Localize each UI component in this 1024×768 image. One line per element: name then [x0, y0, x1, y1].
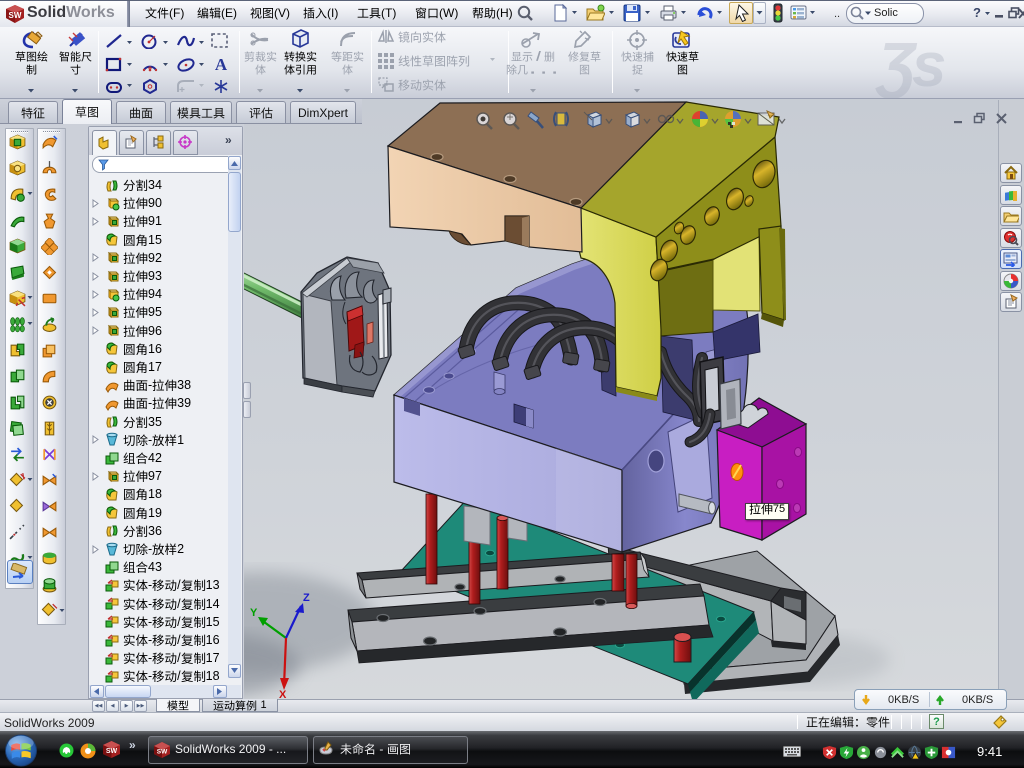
svg-text:Y: Y	[250, 607, 258, 619]
svg-text:A: A	[215, 55, 228, 73]
svg-text:SW: SW	[9, 11, 22, 20]
svg-text:SW: SW	[157, 749, 168, 756]
svg-text:X: X	[279, 689, 287, 699]
svg-text:SW: SW	[106, 748, 118, 755]
svg-text:Z: Z	[303, 592, 310, 604]
